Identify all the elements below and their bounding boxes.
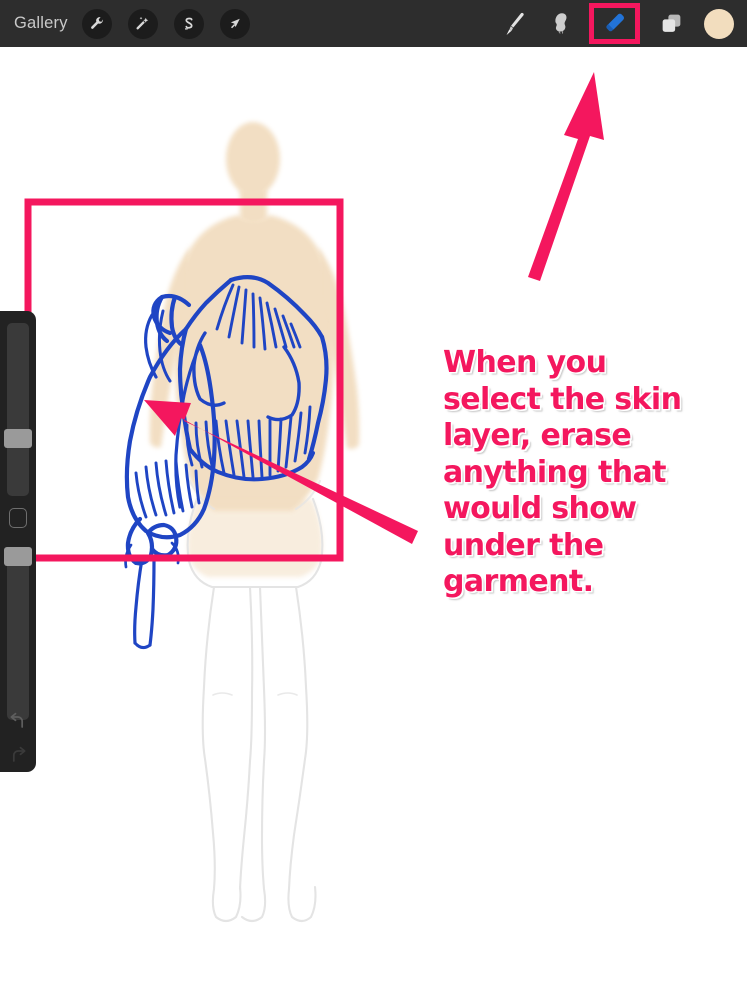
undo-button[interactable] (8, 711, 28, 733)
adjustments-button[interactable] (127, 8, 158, 39)
eraser-button[interactable] (589, 3, 640, 44)
redo-arrow-icon (12, 746, 26, 762)
modify-button[interactable] (9, 508, 27, 528)
layers-button[interactable] (648, 2, 694, 46)
brush-size-slider-thumb[interactable] (4, 429, 32, 448)
gallery-button[interactable]: Gallery (14, 15, 68, 32)
redo-button[interactable] (8, 745, 28, 767)
selection-button[interactable] (173, 8, 204, 39)
smudge-button[interactable] (537, 2, 583, 46)
brush-size-slider[interactable] (7, 323, 29, 496)
paint-button[interactable] (491, 2, 537, 46)
annotation-caption: When you select the skin layer, erase an… (443, 345, 682, 599)
smudge-finger-icon (554, 13, 566, 35)
arrow-transform-icon (230, 18, 240, 28)
actions-button[interactable] (81, 8, 112, 39)
color-swatch-button[interactable] (704, 8, 734, 39)
arrow-to-artwork-icon (144, 400, 418, 544)
s-curve-selection-icon (184, 17, 193, 30)
brush-sidebar[interactable] (0, 311, 36, 772)
arrow-to-eraser-icon (528, 72, 604, 281)
right-tool-group (491, 0, 747, 47)
brush-opacity-slider-thumb[interactable] (4, 547, 32, 566)
transform-button[interactable] (219, 8, 250, 39)
brush-opacity-slider[interactable] (7, 547, 29, 720)
paintbrush-icon (506, 12, 524, 35)
undo-arrow-icon (10, 712, 24, 728)
top-toolbar: Gallery (0, 0, 747, 47)
highlight-box (24, 198, 344, 562)
eraser-icon (606, 13, 624, 32)
drawing-canvas[interactable]: When you select the skin layer, erase an… (0, 47, 747, 1000)
layers-icon (662, 14, 680, 32)
wrench-icon (90, 16, 103, 29)
magic-wand-icon (136, 16, 149, 30)
